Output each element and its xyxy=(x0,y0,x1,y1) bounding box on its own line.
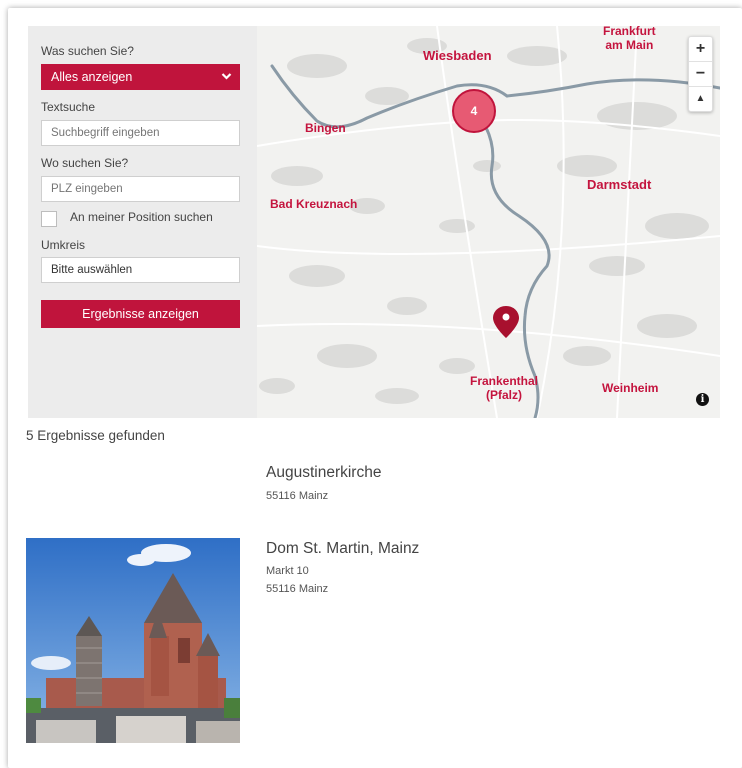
zoom-out-button[interactable]: − xyxy=(689,62,712,87)
zoom-in-button[interactable]: + xyxy=(689,37,712,62)
show-results-button[interactable]: Ergebnisse anzeigen xyxy=(41,300,240,328)
map-view[interactable]: Frankfurt am Main Wiesbaden Bingen Darmst… xyxy=(257,26,720,418)
text-search-input[interactable] xyxy=(41,120,240,146)
plz-input[interactable] xyxy=(41,176,240,202)
city-label-bingen: Bingen xyxy=(305,121,346,135)
map-marker[interactable] xyxy=(493,306,519,338)
category-select-value: Alles anzeigen xyxy=(51,70,133,84)
result-title[interactable]: Dom St. Martin, Mainz xyxy=(266,540,419,558)
where-label: Wo suchen Sie? xyxy=(41,156,129,170)
map-zoom-controls: + − ▲ xyxy=(688,36,713,112)
city-label-bad-kreuznach: Bad Kreuznach xyxy=(270,197,358,211)
result-address: 55116 Mainz xyxy=(266,583,329,595)
position-checkbox[interactable] xyxy=(41,211,57,227)
search-panel: Was suchen Sie? Alles anzeigen Textsuche… xyxy=(28,26,257,418)
city-label-darmstadt: Darmstadt xyxy=(587,177,652,192)
city-label-wiesbaden: Wiesbaden xyxy=(423,48,492,63)
map-cluster[interactable]: 4 xyxy=(452,89,496,133)
city-label-frankenthal: Frankenthal (Pfalz) xyxy=(470,374,539,402)
category-select[interactable]: Alles anzeigen xyxy=(41,64,240,90)
text-search-label: Textsuche xyxy=(41,100,96,114)
info-icon[interactable]: i xyxy=(696,393,709,406)
city-label-weinheim: Weinheim xyxy=(602,381,659,395)
reset-north-button[interactable]: ▲ xyxy=(689,87,712,111)
result-photo[interactable] xyxy=(26,538,240,743)
chevron-down-icon xyxy=(221,64,232,99)
city-label-frankfurt: Frankfurt am Main xyxy=(603,26,656,52)
page-frame: Was suchen Sie? Alles anzeigen Textsuche… xyxy=(8,8,742,768)
what-label: Was suchen Sie? xyxy=(41,44,134,58)
radius-label: Umkreis xyxy=(41,238,85,252)
results-count: 5 Ergebnisse gefunden xyxy=(26,428,165,443)
radius-select[interactable]: Bitte auswählen xyxy=(41,257,240,283)
map-background xyxy=(257,26,720,418)
result-address-street: Markt 10 xyxy=(266,565,309,577)
result-address: 55116 Mainz xyxy=(266,490,329,502)
result-title[interactable]: Augustinerkirche xyxy=(266,464,381,482)
position-checkbox-label[interactable]: An meiner Position suchen xyxy=(70,210,213,224)
